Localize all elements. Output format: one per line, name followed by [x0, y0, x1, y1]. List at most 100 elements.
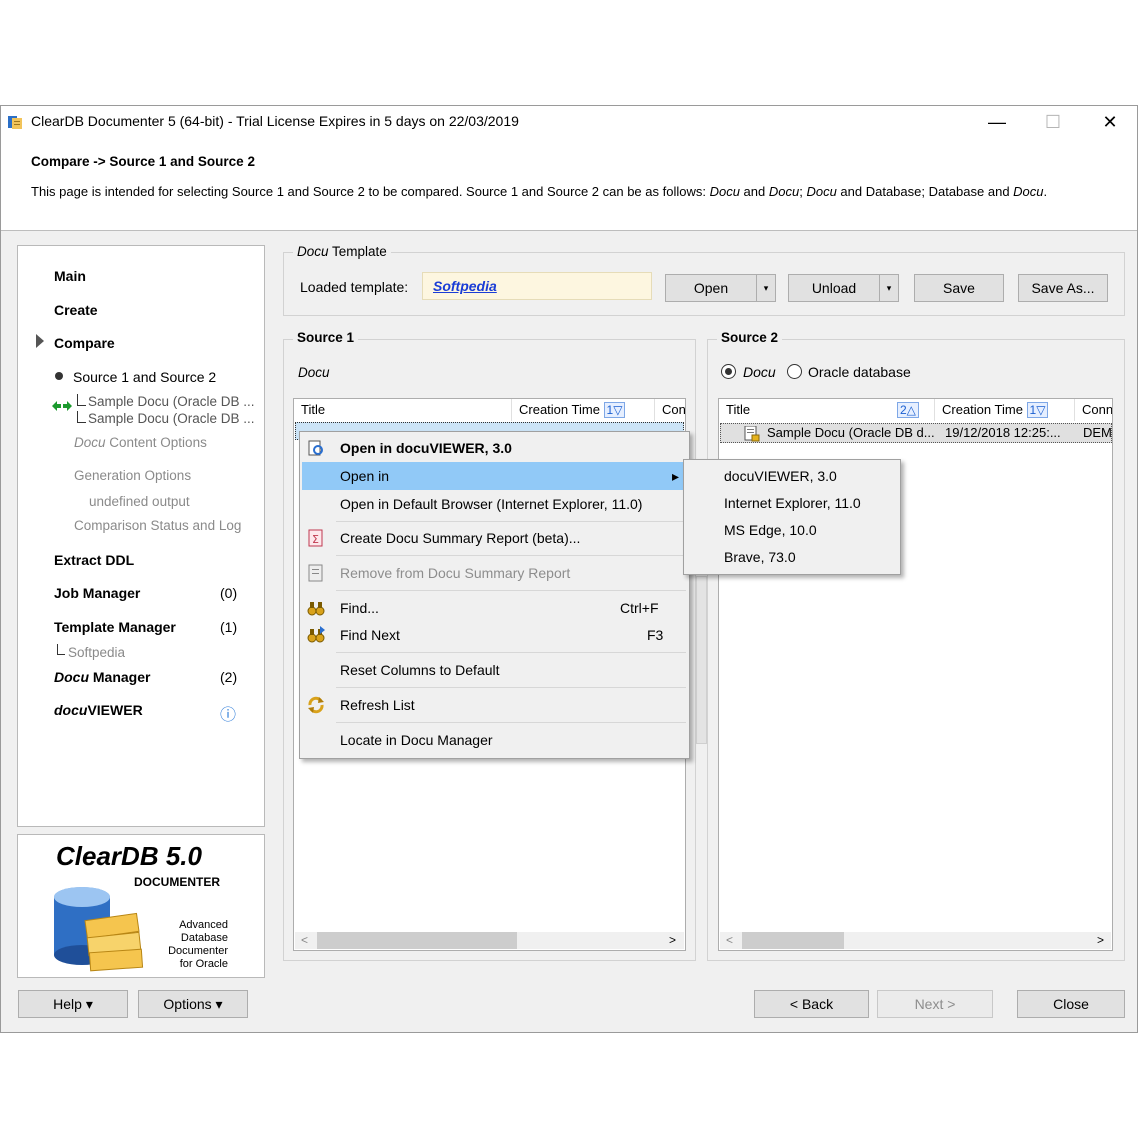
loaded-template-label: Loaded template: — [300, 279, 409, 295]
page-header: Compare -> Source 1 and Source 2 This pa… — [1, 138, 1137, 231]
help-button[interactable]: Help ▾ — [18, 990, 128, 1018]
close-window-button[interactable]: ✕ — [1087, 106, 1133, 138]
source1-col-title[interactable]: Title — [294, 399, 512, 421]
scroll-right-icon[interactable]: > — [669, 932, 676, 949]
sidebar-item-extract-ddl[interactable]: Extract DDL — [54, 552, 134, 568]
options-button[interactable]: Options ▾ — [138, 990, 248, 1018]
submenu-item-brave[interactable]: Brave, 73.0 — [724, 549, 796, 565]
menu-create-summary[interactable]: Σ Create Docu Summary Report (beta)... — [302, 524, 687, 552]
sidebar: Main Create Compare Source 1 and Source … — [17, 245, 265, 827]
save-as-template-button[interactable]: Save As... — [1018, 274, 1108, 302]
loaded-template-link[interactable]: Softpedia — [433, 278, 497, 294]
menu-reset-columns[interactable]: Reset Columns to Default — [302, 656, 687, 684]
desc-text: Docu — [806, 184, 837, 199]
scroll-thumb[interactable] — [317, 932, 517, 949]
unload-template-button[interactable]: Unload — [788, 274, 880, 302]
unload-dropdown-button[interactable]: ▾ — [879, 274, 899, 302]
sidebar-item-content-options[interactable]: Docu Content Options — [74, 435, 207, 450]
source2-col-conn[interactable]: Conn — [1075, 399, 1112, 421]
docuviewer-icon — [308, 440, 323, 456]
maximize-button[interactable]: ☐ — [1030, 106, 1076, 138]
menu-remove-summary[interactable]: Remove from Docu Summary Report — [302, 559, 687, 587]
menu-locate[interactable]: Locate in Docu Manager — [302, 726, 687, 754]
open-template-button[interactable]: Open — [665, 274, 757, 302]
loaded-template-field[interactable]: Softpedia — [422, 272, 652, 300]
scroll-thumb[interactable] — [742, 932, 844, 949]
radio-docu-label[interactable]: Docu — [743, 364, 776, 380]
job-count: (0) — [220, 585, 238, 601]
submenu-item-ms-edge[interactable]: MS Edge, 10.0 — [724, 522, 817, 538]
source2-col-created[interactable]: Creation Time 1▽ — [935, 399, 1075, 421]
source1-hscrollbar[interactable]: < > — [295, 932, 684, 949]
next-button[interactable]: Next > — [877, 990, 993, 1018]
source1-col-created[interactable]: Creation Time 1▽ — [512, 399, 655, 421]
radio-oracle-label[interactable]: Oracle database — [808, 364, 911, 380]
database-logo-icon — [54, 887, 144, 972]
open-dropdown-button[interactable]: ▾ — [756, 274, 776, 302]
menu-refresh[interactable]: Refresh List — [302, 691, 687, 719]
col-created-label: Creation Time — [942, 402, 1023, 417]
menu-label: Remove from Docu Summary Report — [340, 565, 571, 581]
binoculars-icon — [307, 602, 325, 616]
scroll-right-icon[interactable]: > — [1097, 932, 1104, 949]
save-template-button[interactable]: Save — [914, 274, 1004, 302]
col-created-label: Creation Time — [519, 402, 600, 417]
content-options-label: Content Options — [105, 435, 207, 450]
sidebar-item-create[interactable]: Create — [54, 302, 98, 318]
summary-report-icon: Σ — [308, 529, 323, 547]
desc-text: and — [739, 184, 769, 199]
sidebar-item-job-manager[interactable]: Job Manager — [54, 585, 140, 601]
sidebar-item-softpedia[interactable]: Softpedia — [68, 645, 125, 660]
binoculars-next-icon — [307, 626, 325, 643]
refresh-icon — [308, 696, 324, 714]
sidebar-item-template-manager[interactable]: Template Manager — [54, 619, 176, 635]
submenu-arrow-icon: ▸ — [672, 468, 680, 484]
sidebar-item-undefined-output[interactable]: undefined output — [89, 494, 190, 509]
menu-open-docuviewer[interactable]: Open in docuVIEWER, 3.0 — [302, 434, 687, 462]
desc-text: Docu — [768, 184, 800, 199]
desc-text: . — [1043, 184, 1048, 199]
sidebar-item-main[interactable]: Main — [54, 268, 86, 284]
sidebar-item-compare[interactable]: Compare — [54, 335, 115, 351]
submenu-item-internet-explorer[interactable]: Internet Explorer, 11.0 — [724, 495, 861, 511]
splitter-scrollbar[interactable] — [696, 576, 707, 744]
sidebar-item-docuviewer[interactable]: docuVIEWER — [54, 702, 143, 718]
menu-find[interactable]: Find... Ctrl+F — [302, 594, 687, 622]
sidebar-item-generation-options[interactable]: Generation Options — [74, 468, 191, 483]
product-logo: ClearDB 5.0 DOCUMENTER Advanced Database… — [17, 834, 265, 978]
menu-label: Find Next — [340, 627, 400, 643]
menu-label: Locate in Docu Manager — [340, 732, 493, 748]
radio-oracle[interactable] — [787, 364, 802, 379]
tree-connector-icon — [77, 394, 86, 406]
source2-row[interactable]: Sample Docu (Oracle DB d... 19/12/2018 1… — [720, 423, 1112, 443]
sidebar-source1-item[interactable]: Sample Docu (Oracle DB ... — [88, 394, 255, 409]
menu-open-browser[interactable]: Open in Default Browser (Internet Explor… — [302, 490, 687, 518]
close-button[interactable]: Close — [1017, 990, 1125, 1018]
source2-col-title[interactable]: Title 2△ — [719, 399, 935, 421]
sidebar-source2-item[interactable]: Sample Docu (Oracle DB ... — [88, 411, 255, 426]
sort-desc-icon: 1▽ — [603, 402, 626, 418]
sidebar-item-comparison-status[interactable]: Comparison Status and Log — [74, 518, 241, 533]
open-in-submenu: docuVIEWER, 3.0 Internet Explorer, 11.0 … — [683, 459, 901, 575]
minimize-button[interactable]: — — [974, 106, 1020, 138]
source1-col-conn[interactable]: Conn — [655, 399, 685, 421]
source2-label: Source 2 — [717, 330, 783, 345]
page-description: This page is intended for selecting Sour… — [31, 184, 1047, 199]
remove-report-icon — [308, 564, 323, 582]
page-title: Compare -> Source 1 and Source 2 — [31, 154, 255, 169]
source2-hscrollbar[interactable]: < > — [720, 932, 1111, 949]
tree-connector-icon — [77, 411, 86, 423]
scroll-left-icon[interactable]: < — [726, 932, 733, 949]
menu-open-in[interactable]: Open in ▸ — [302, 462, 687, 490]
menu-separator — [336, 590, 686, 591]
scroll-left-icon[interactable]: < — [301, 932, 308, 949]
menu-label: Find... — [340, 600, 379, 616]
sidebar-item-docu-manager[interactable]: Docu Manager — [54, 669, 150, 685]
submenu-item-docuviewer[interactable]: docuVIEWER, 3.0 — [724, 468, 837, 484]
menu-find-next[interactable]: Find Next F3 — [302, 621, 687, 649]
info-icon[interactable]: ⓘ — [220, 701, 236, 725]
source1-label: Source 1 — [293, 330, 359, 345]
radio-docu[interactable] — [721, 364, 736, 379]
back-button[interactable]: < Back — [754, 990, 869, 1018]
sidebar-item-source-pair[interactable]: Source 1 and Source 2 — [73, 369, 216, 385]
